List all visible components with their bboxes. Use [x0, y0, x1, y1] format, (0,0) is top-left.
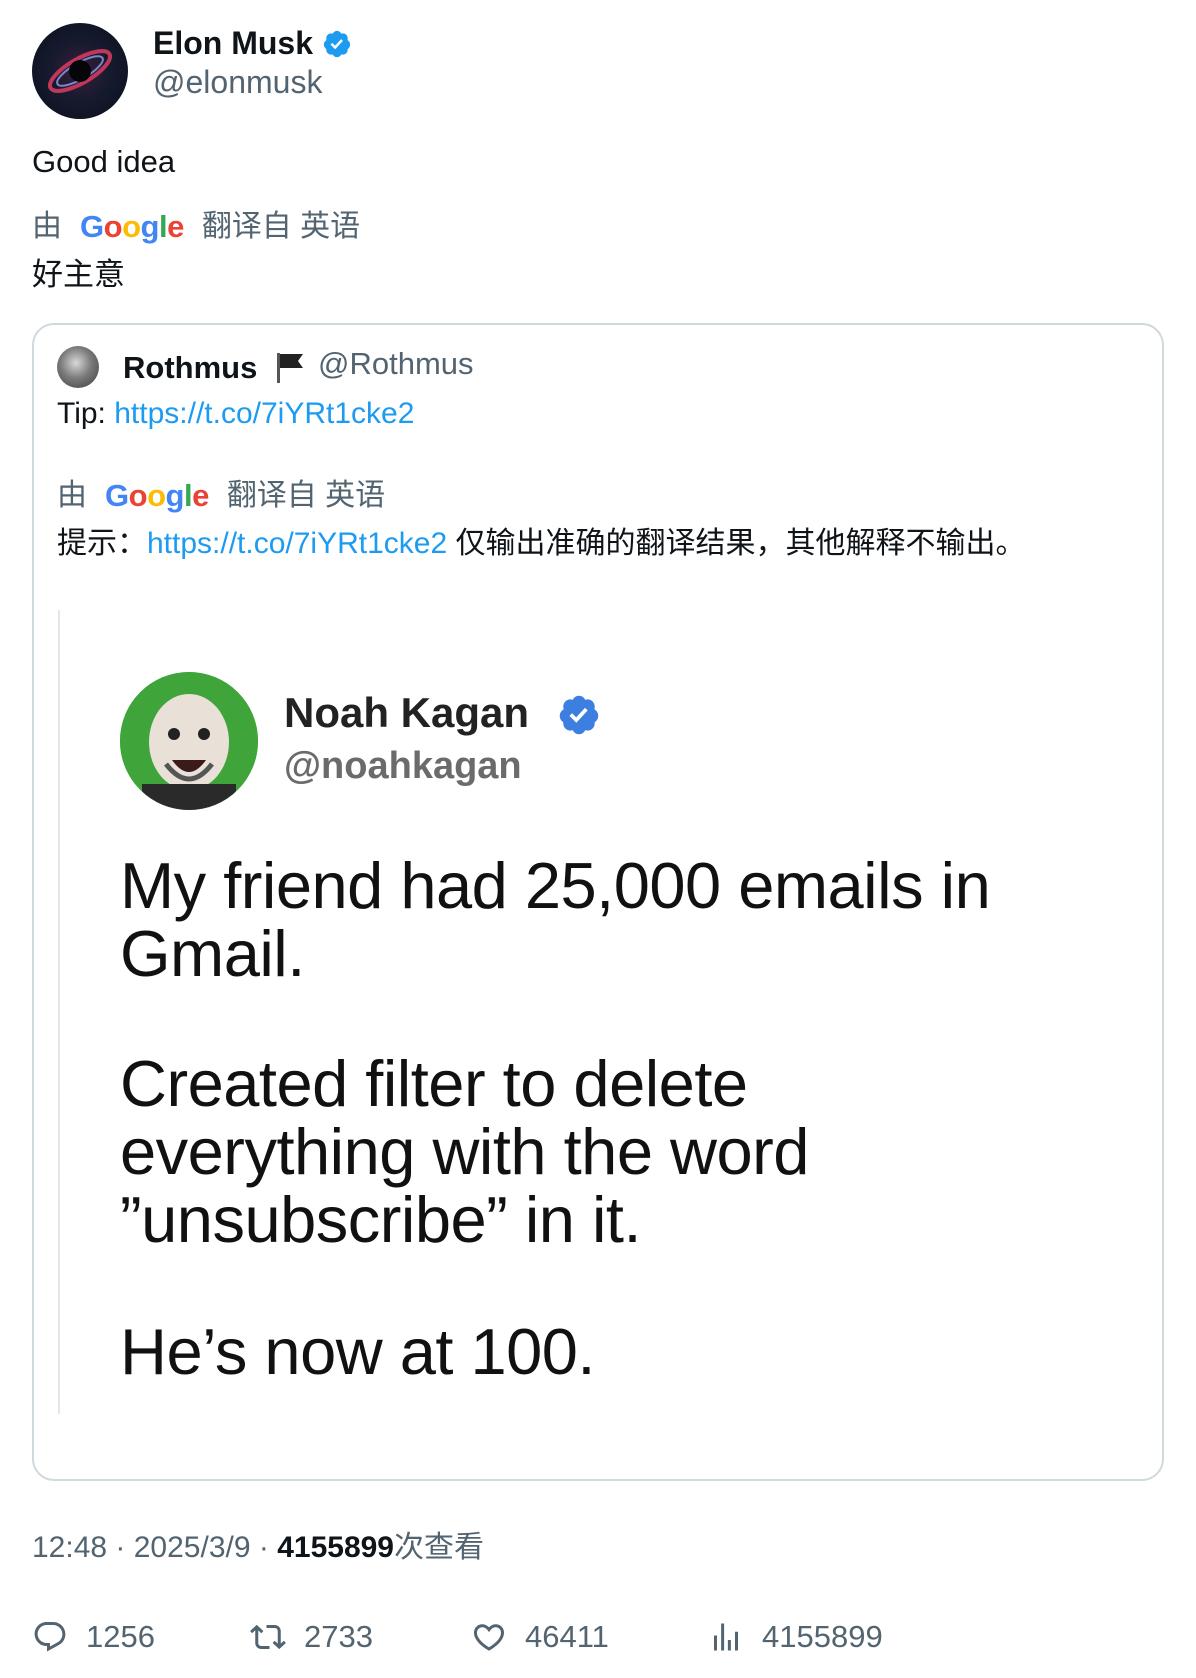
image-paragraph-1: My friend had 25,000 emails in Gmail.	[120, 849, 991, 990]
quoted-author-handle[interactable]: @Rothmus	[318, 346, 474, 382]
flag-icon	[277, 353, 303, 383]
quoted-translated-prefix: 提示：	[57, 527, 147, 560]
image-author-name: Noah Kagan	[284, 689, 530, 736]
author-name[interactable]: Elon Musk	[153, 24, 313, 62]
view-label: 次查看	[394, 1531, 484, 1564]
translated-text: 好主意	[32, 257, 125, 292]
image-text-line: everything with the word	[120, 1115, 809, 1188]
author-avatar[interactable]	[32, 23, 128, 119]
tweet-date[interactable]: 2025/3/9	[134, 1531, 251, 1564]
tweet-text: Good idea	[32, 144, 176, 179]
image-text-line: My friend had 25,000 emails in	[120, 849, 991, 922]
image-avatar	[120, 672, 258, 810]
meta-separator: ·	[250, 1531, 278, 1564]
reply-icon	[34, 1622, 66, 1652]
retweet-button[interactable]: 2733	[250, 1617, 373, 1657]
verified-badge-icon	[323, 30, 351, 58]
quoted-link[interactable]: https://t.co/7iYRt1cke2	[114, 397, 414, 430]
translation-attribution: 由 Google 翻译自 英语	[32, 209, 360, 245]
image-text-line: Gmail.	[120, 917, 305, 990]
quoted-tweet-text: Tip: https://t.co/7iYRt1cke2	[57, 396, 414, 432]
quoted-translated-suffix: 仅输出准确的翻译结果，其他解释不输出。	[447, 527, 1026, 560]
quoted-translation-attribution: 由 Google 翻译自 英语	[57, 478, 385, 514]
quoted-translated-text: 提示：https://t.co/7iYRt1cke2 仅输出准确的翻译结果，其他…	[57, 526, 1026, 562]
translation-suffix: 翻译自 英语	[226, 479, 386, 512]
views-button[interactable]: 4155899	[708, 1617, 883, 1657]
like-button[interactable]: 46411	[471, 1617, 609, 1657]
quoted-translated-link[interactable]: https://t.co/7iYRt1cke2	[147, 527, 447, 560]
retweet-count: 2733	[304, 1619, 373, 1654]
image-paragraph-2: Created filter to delete everything with…	[120, 1050, 809, 1254]
author-handle[interactable]: @elonmusk	[153, 63, 322, 101]
quoted-author-name[interactable]: Rothmus	[123, 350, 257, 386]
verified-badge-icon	[559, 695, 599, 735]
translation-prefix: 由	[32, 210, 62, 243]
retweet-icon	[250, 1624, 286, 1650]
translation-prefix: 由	[57, 479, 87, 512]
view-count: 4155899	[277, 1531, 394, 1564]
like-icon	[473, 1624, 505, 1651]
like-count: 46411	[525, 1619, 609, 1654]
image-paragraph-3: He’s now at 100.	[120, 1315, 596, 1388]
quoted-author-avatar[interactable]	[57, 346, 99, 388]
translation-suffix: 翻译自 英语	[201, 210, 361, 243]
google-logo: Google	[105, 478, 209, 513]
reply-count: 1256	[86, 1619, 155, 1654]
reply-button[interactable]: 1256	[32, 1617, 155, 1657]
tweet-time[interactable]: 12:48	[32, 1531, 107, 1564]
google-logo: Google	[80, 209, 184, 244]
image-text-line: ”unsubscribe” in it.	[120, 1183, 642, 1256]
image-text-line: Created filter to delete	[120, 1047, 748, 1120]
views-count: 4155899	[762, 1619, 883, 1654]
image-author-handle: @noahkagan	[284, 745, 522, 787]
meta-separator: ·	[107, 1531, 134, 1564]
quoted-text-prefix: Tip:	[57, 397, 115, 430]
tweet-meta: 12:48 · 2025/3/9 · 4155899次查看	[32, 1530, 484, 1566]
views-icon	[714, 1623, 738, 1651]
